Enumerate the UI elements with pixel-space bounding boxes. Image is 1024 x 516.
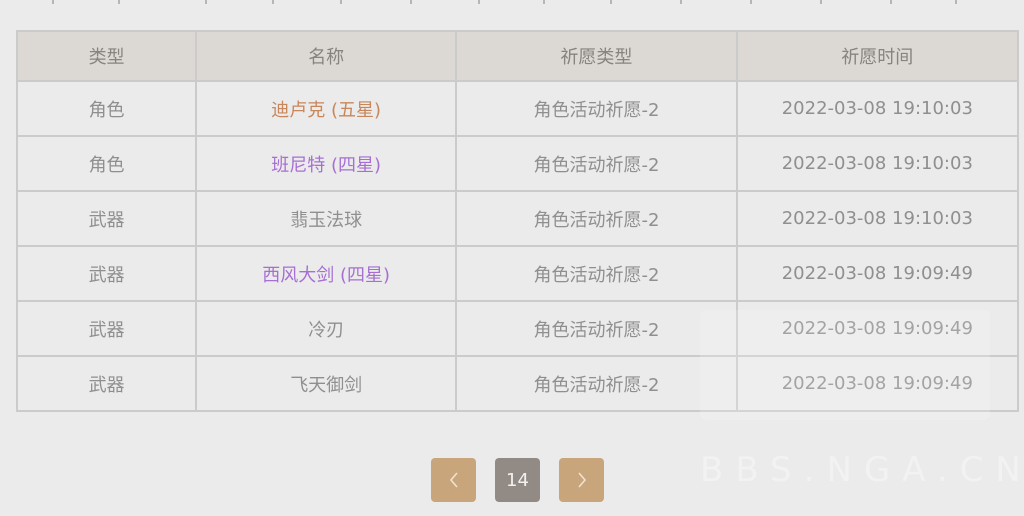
cell-name: 迪卢克 (五星): [195, 80, 458, 137]
cell-time: 2022-03-08 19:10:03: [735, 80, 1020, 137]
gacha-history-page: 类型 名称 祈愿类型 祈愿时间 角色 迪卢克 (五星) 角色活动祈愿-2 2022-0…: [0, 0, 1024, 516]
table-row: 角色 迪卢克 (五星) 角色活动祈愿-2 2022-03-08 19:10:03: [15, 80, 1020, 137]
cell-time: 2022-03-08 19:09:49: [735, 355, 1020, 412]
table-row: 武器 翡玉法球 角色活动祈愿-2 2022-03-08 19:10:03: [15, 190, 1020, 247]
cell-time: 2022-03-08 19:10:03: [735, 135, 1020, 192]
cell-time: 2022-03-08 19:09:49: [735, 300, 1020, 357]
cell-type: 角色: [15, 80, 198, 137]
cell-time: 2022-03-08 19:09:49: [735, 245, 1020, 302]
cell-banner: 角色活动祈愿-2: [455, 245, 738, 302]
next-page-button[interactable]: [559, 458, 604, 502]
cell-banner: 角色活动祈愿-2: [455, 300, 738, 357]
cell-banner: 角色活动祈愿-2: [455, 80, 738, 137]
chevron-right-icon: [577, 472, 586, 488]
cell-type: 武器: [15, 245, 198, 302]
cell-type: 武器: [15, 355, 198, 412]
table-row: 武器 西风大剑 (四星) 角色活动祈愿-2 2022-03-08 19:09:49: [15, 245, 1020, 302]
table-row: 武器 飞天御剑 角色活动祈愿-2 2022-03-08 19:09:49: [15, 355, 1020, 412]
cell-banner: 角色活动祈愿-2: [455, 135, 738, 192]
current-page-button[interactable]: 14: [495, 458, 540, 502]
table-row: 角色 班尼特 (四星) 角色活动祈愿-2 2022-03-08 19:10:03: [15, 135, 1020, 192]
cell-banner: 角色活动祈愿-2: [455, 190, 738, 247]
chevron-left-icon: [449, 472, 458, 488]
prev-page-button[interactable]: [431, 458, 476, 502]
table-row: 武器 冷刃 角色活动祈愿-2 2022-03-08 19:09:49: [15, 300, 1020, 357]
header-type: 类型: [15, 30, 198, 82]
wish-history-table: 类型 名称 祈愿类型 祈愿时间 角色 迪卢克 (五星) 角色活动祈愿-2 2022-0…: [15, 30, 1020, 412]
cell-name: 飞天御剑: [195, 355, 458, 412]
header-name: 名称: [195, 30, 458, 82]
cell-type: 角色: [15, 135, 198, 192]
cell-type: 武器: [15, 300, 198, 357]
previous-content-edge: [0, 0, 1024, 6]
cell-name: 翡玉法球: [195, 190, 458, 247]
cell-time: 2022-03-08 19:10:03: [735, 190, 1020, 247]
cell-type: 武器: [15, 190, 198, 247]
cell-name: 西风大剑 (四星): [195, 245, 458, 302]
cell-name: 冷刃: [195, 300, 458, 357]
table-header-row: 类型 名称 祈愿类型 祈愿时间: [15, 30, 1020, 82]
cell-name: 班尼特 (四星): [195, 135, 458, 192]
cell-banner: 角色活动祈愿-2: [455, 355, 738, 412]
watermark-text: BBS.NGA.CN: [700, 450, 1024, 490]
header-time: 祈愿时间: [735, 30, 1020, 82]
header-banner: 祈愿类型: [455, 30, 738, 82]
